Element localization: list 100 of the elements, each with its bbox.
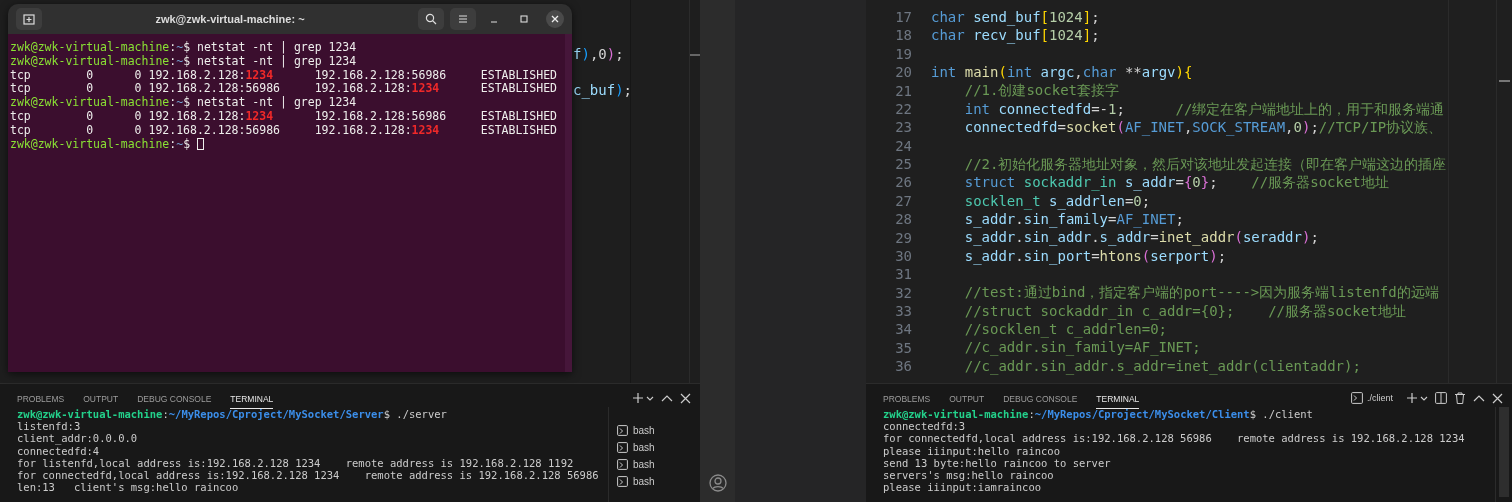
terminal-list-item[interactable]: bash bbox=[609, 473, 661, 490]
plus-icon[interactable] bbox=[632, 392, 644, 404]
code-line: int main(int argc,char **argv){ bbox=[931, 64, 1193, 81]
terminal-line: zwk@zwk-virtual-machine:~/MyRepos/Cproject/MySocket/Client$ ./client bbox=[883, 408, 1313, 421]
terminal-line: len:13 client's msg:hello raincoo bbox=[17, 481, 239, 494]
terminal-line: please iiinput:hello raincoo bbox=[883, 444, 1060, 457]
trash-icon[interactable] bbox=[1454, 392, 1466, 404]
panel-tab[interactable]: DEBUG CONSOLE bbox=[1003, 391, 1078, 409]
panel-tab[interactable]: PROBLEMS bbox=[17, 391, 65, 409]
line-number: 28 bbox=[894, 210, 912, 229]
line-number: 30 bbox=[894, 246, 912, 266]
terminal-line: zwk@zwk-virtual-machine:~$ netstat -nt | grep 1234 bbox=[10, 41, 357, 55]
menu-button[interactable] bbox=[450, 8, 476, 30]
panel-tab[interactable]: OUTPUT bbox=[83, 391, 119, 409]
code-line: int connectedfd=-1; //绑定在客户端地址上的，用于和服务端通 bbox=[963, 100, 1445, 117]
terminal-line: zwk@zwk-virtual-machine:~$ netstat -nt | grep 1234 bbox=[10, 54, 357, 69]
terminal-line: tcp 0 0 192.168.2.128:56986 192.168.2.128:1234 ESTABLISHED bbox=[10, 82, 557, 96]
panel-tab[interactable]: DEBUG CONSOLE bbox=[137, 391, 212, 409]
line-number: 29 bbox=[894, 228, 912, 247]
chevron-down-icon[interactable] bbox=[646, 394, 654, 402]
code-line: //socklen_t c_addrlen=0; bbox=[963, 321, 1167, 338]
panel-tab[interactable]: TERMINAL bbox=[230, 391, 274, 409]
line-number: 25 bbox=[894, 155, 912, 174]
line-number: 34 bbox=[894, 320, 912, 339]
line-number: 24 bbox=[894, 136, 912, 155]
terminal-line: send 13 byte:hello raincoo to server bbox=[883, 456, 1111, 469]
chevron-down-icon[interactable] bbox=[1420, 394, 1428, 402]
terminal-line: tcp 0 0 192.168.2.128:1234 192.168.2.128:56986 ESTABLISHED bbox=[10, 68, 557, 83]
chevron-up-icon[interactable] bbox=[661, 393, 673, 403]
line-number: 35 bbox=[894, 338, 912, 358]
code-line: //1.创建socket套接字 bbox=[963, 82, 1119, 99]
close-icon[interactable] bbox=[680, 392, 691, 404]
terminal-line: for listenfd,local address is:192.168.2.128 1234 remote address is 192.168.2.128 1192 bbox=[17, 456, 574, 469]
terminal-line: tcp 0 0 192.168.2.128:56986 192.168.2.128:1234 ESTABLISHED bbox=[10, 123, 557, 138]
tab-plus-icon bbox=[23, 13, 35, 25]
terminal-line: for connectedfd,local address is:192.168.2.128 56986 remote address is 192.168.2.128 1234 bbox=[883, 432, 1465, 445]
account-icon[interactable] bbox=[708, 474, 727, 492]
terminal-line: please iiinput:iamraincoo bbox=[883, 481, 1042, 494]
code-line: char send_buf[1024]; bbox=[931, 9, 1100, 25]
terminal-line: zwk@zwk-virtual-machine:~$ bbox=[10, 137, 204, 152]
panel-tab[interactable]: PROBLEMS bbox=[883, 391, 931, 409]
code-line: char recv_buf[1024]; bbox=[931, 27, 1100, 44]
code-line: socklen_t s_addrlen=0; bbox=[963, 192, 1151, 209]
terminal-icon bbox=[1351, 392, 1363, 404]
line-number: 17 bbox=[894, 8, 912, 27]
close-button[interactable] bbox=[546, 10, 564, 28]
close-icon bbox=[551, 15, 559, 23]
code-line: //c_addr.sin_family=AF_INET; bbox=[963, 339, 1201, 356]
line-number: 33 bbox=[894, 302, 912, 321]
menu-icon bbox=[458, 14, 468, 24]
code-line: //test:通过bind，指定客户端的port---->因为服务端listenfd的远端 bbox=[963, 284, 1439, 301]
new-tab-button[interactable] bbox=[16, 8, 42, 30]
code-line: f),0); bbox=[573, 44, 624, 64]
line-number: 23 bbox=[894, 118, 912, 137]
terminal-list-item[interactable]: bash bbox=[609, 439, 661, 456]
terminal-line: zwk@zwk-virtual-machine:~$ netstat -nt | grep 1234 bbox=[10, 96, 357, 110]
chevron-up-icon[interactable] bbox=[1473, 393, 1485, 403]
code-line: s_addr.sin_port=htons(serport); bbox=[963, 247, 1227, 264]
search-icon bbox=[425, 13, 437, 25]
line-number: 22 bbox=[894, 99, 912, 119]
line-number: 31 bbox=[894, 265, 912, 284]
code-line: connectedfd=socket(AF_INET,SOCK_STREAM,0);//TCP/IP协议族、 bbox=[963, 119, 1443, 136]
terminal-list-item[interactable]: bash bbox=[609, 422, 661, 439]
terminal-line: servers's msg:hello raincoo bbox=[883, 469, 1054, 482]
terminal-line: connectedfd:4 bbox=[17, 444, 100, 457]
panel-tab[interactable]: OUTPUT bbox=[949, 391, 985, 409]
terminal-line: zwk@zwk-virtual-machine:~/MyRepos/Cproject/MySocket/Server$ ./server bbox=[17, 408, 447, 421]
code-line: //c_addr.sin_addr.s_addr=inet_addr(clientaddr); bbox=[963, 357, 1361, 374]
code-line: //struct sockaddr_in c_addr={0}; //服务器socket地址 bbox=[963, 302, 1406, 319]
code-line: s_addr.sin_family=AF_INET; bbox=[963, 210, 1184, 227]
line-number: 27 bbox=[894, 191, 912, 211]
maximize-icon bbox=[520, 15, 528, 23]
code-line: s_addr.sin_addr.s_addr=inet_addr(seraddr); bbox=[963, 229, 1319, 246]
split-icon[interactable] bbox=[1435, 392, 1447, 404]
panel-tab[interactable]: TERMINAL bbox=[1096, 391, 1140, 409]
scrollbar-mark bbox=[1499, 80, 1510, 82]
code-line: //2.初始化服务器地址对象，然后对该地址发起连接（即在客户端这边的插座 bbox=[963, 155, 1447, 172]
line-number: 26 bbox=[894, 173, 912, 192]
terminal-line: listenfd:3 bbox=[17, 420, 81, 433]
code-line: struct sockaddr_in s_addr={0}; //服务器socket地址 bbox=[963, 174, 1389, 191]
terminal-line: client_addr:0.0.0.0 bbox=[17, 432, 138, 445]
terminal-icon bbox=[617, 476, 628, 487]
terminal-line: for connectedfd,local address is:192.168.2.128 1234 remote address is 192.168.2.128 56986 bbox=[17, 469, 599, 482]
line-number: 20 bbox=[894, 63, 912, 82]
terminal-list-item[interactable]: bash bbox=[609, 456, 661, 473]
terminal-dropdown[interactable]: ./client bbox=[1351, 392, 1393, 404]
search-button[interactable] bbox=[418, 8, 444, 30]
scrollbar-mark bbox=[690, 54, 700, 56]
line-number: 32 bbox=[894, 283, 912, 302]
line-number: 21 bbox=[894, 81, 912, 100]
line-number: 19 bbox=[894, 44, 912, 64]
close-icon[interactable] bbox=[1492, 392, 1503, 404]
plus-icon[interactable] bbox=[1406, 392, 1418, 404]
line-number: 18 bbox=[894, 26, 912, 45]
window-title: zwk@zwk-virtual-machine: ~ bbox=[154, 13, 306, 25]
terminal-icon bbox=[617, 425, 628, 436]
code-line: c_buf); bbox=[573, 81, 633, 100]
terminal-icon bbox=[617, 459, 628, 470]
terminal-icon bbox=[617, 442, 628, 453]
line-number: 36 bbox=[894, 357, 912, 376]
